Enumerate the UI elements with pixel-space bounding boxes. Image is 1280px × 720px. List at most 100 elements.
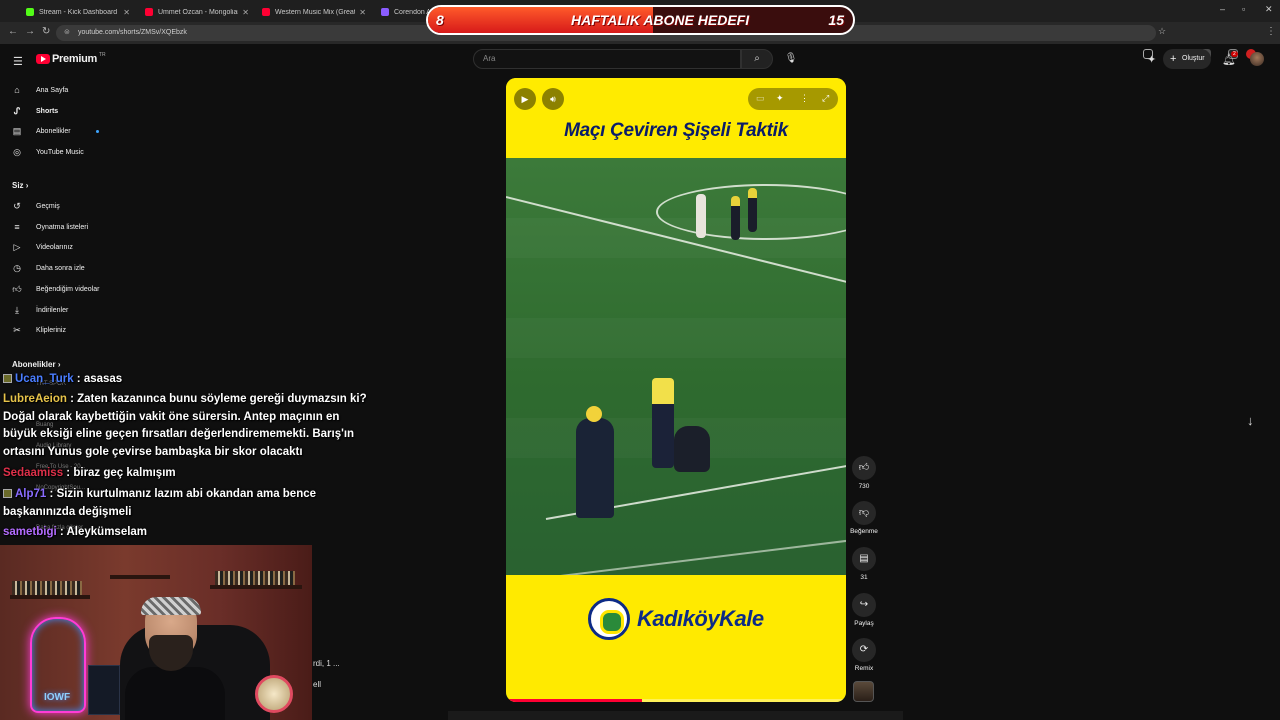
player-figure: [652, 378, 674, 468]
tab-title: Western Music Mix (Great Wes: [275, 8, 356, 16]
section-subscriptions[interactable]: Abonelikler ›: [12, 360, 60, 369]
video-icon: ▷: [13, 241, 21, 252]
shelf: [210, 585, 302, 589]
browser-tab[interactable]: Western Music Mix (Great Wes ✕: [256, 3, 372, 21]
sidebar-item-label: Daha sonra izle: [36, 264, 85, 272]
dislike-button[interactable]: 👎︎ Beğenme: [846, 501, 882, 535]
touchline: [535, 539, 846, 580]
youtube-logo[interactable]: Premium TR: [36, 52, 106, 65]
sidebar-item-playlists[interactable]: ≡ Oynatma listeleri: [0, 217, 120, 237]
progress-bar[interactable]: [506, 699, 846, 702]
music-icon: ◎: [13, 146, 21, 157]
remix-button[interactable]: ⟳ Remix: [851, 638, 877, 672]
shorts-icon: ᔑ: [13, 105, 21, 116]
sidebar-item-home[interactable]: ⌂ Ana Sayfa: [0, 80, 120, 100]
close-icon[interactable]: ✕: [359, 8, 366, 17]
back-icon[interactable]: ←: [8, 26, 18, 37]
forward-icon[interactable]: →: [25, 26, 35, 37]
sidebar-item-watch-later[interactable]: ◷ Daha sonra izle: [0, 258, 120, 278]
chat-username: Alp71: [15, 488, 47, 500]
comment-icon: ▤: [852, 547, 876, 571]
sidebar-item-label: Oynatma listeleri: [36, 223, 89, 231]
tab-title: Corendon Ai: [394, 8, 429, 16]
browser-tab[interactable]: Stream - Kick Dashboard ✕: [20, 3, 136, 21]
sidebar-item-subscriptions[interactable]: ▤ Abonelikler: [0, 121, 120, 141]
shorts-player[interactable]: Maçı Çeviren Şişeli Taktik KadıköyKale ▶…: [506, 78, 846, 702]
new-content-dot: [96, 130, 99, 133]
thumbs-up-icon: 👍︎: [852, 456, 876, 480]
player-figure: [731, 196, 740, 240]
play-icon: ▶: [521, 94, 529, 104]
fullscreen-icon[interactable]: ⤢: [822, 93, 829, 104]
section-title: Siz: [12, 181, 24, 190]
chat-message: sametbigi : Aleykümselam: [3, 526, 148, 538]
kick-icon: [26, 8, 34, 16]
like-button[interactable]: 👍︎ 730: [851, 456, 877, 490]
search-input[interactable]: Ara: [473, 49, 741, 69]
premium-icon[interactable]: ✦: [1147, 53, 1156, 66]
subscriptions-icon: ▤: [12, 125, 22, 136]
comment-snippet: ell: [313, 680, 322, 689]
brand-name: KadıköyKale: [637, 606, 764, 631]
clock-icon: ◷: [13, 262, 21, 273]
streamer-webcam: IOWF: [0, 545, 312, 720]
history-icon: ↺: [13, 200, 21, 211]
sidebar-item-your-videos[interactable]: ▷ Videolarınız: [0, 237, 120, 257]
site-info-icon[interactable]: ⊜: [64, 25, 70, 41]
moderator-badge-icon: [3, 489, 12, 498]
logo-text: Premium: [52, 53, 97, 65]
play-button[interactable]: ▶: [514, 88, 536, 110]
progress-fill: [506, 699, 642, 702]
close-icon[interactable]: ✕: [242, 8, 249, 17]
chat-text: Aleykümselam: [66, 526, 148, 538]
hamburger-icon[interactable]: ☰: [13, 55, 23, 68]
avatar[interactable]: [1250, 52, 1264, 66]
sidebar-item-clips[interactable]: ✂ Klipleriniz: [0, 320, 120, 340]
more-icon[interactable]: ⋮: [800, 93, 809, 104]
youtube-icon: [36, 54, 50, 64]
voice-search-button[interactable]: 🎙︎: [782, 50, 800, 68]
captions-icon[interactable]: ▭: [756, 93, 765, 104]
reload-icon[interactable]: ↻: [42, 26, 50, 37]
sidebar-item-history[interactable]: ↺ Geçmiş: [0, 196, 120, 216]
chat-text: biraz geç kalmışım: [73, 467, 176, 479]
remix-label: Remix: [854, 665, 874, 672]
share-icon: ↪: [852, 593, 876, 617]
share-button[interactable]: ↪ Paylaş: [851, 593, 877, 627]
maximize-icon[interactable]: ▫: [1242, 4, 1245, 14]
close-window-icon[interactable]: ✕: [1265, 4, 1273, 15]
scissors-icon: ✂: [13, 324, 21, 335]
next-video-arrow-icon[interactable]: ↓: [1247, 413, 1254, 428]
streamer: [125, 597, 225, 720]
volume-button[interactable]: 🔊︎: [542, 88, 564, 110]
comments-button[interactable]: ▤ 31: [851, 547, 877, 581]
notification-badge: 2: [1231, 51, 1238, 57]
sidebar-item-music[interactable]: ◎ YouTube Music: [0, 142, 120, 162]
sound-thumbnail[interactable]: [853, 681, 874, 702]
section-you[interactable]: Siz ›: [12, 181, 28, 190]
bandana: [141, 597, 201, 615]
sidebar-item-label: Beğendiğim videolar: [36, 285, 100, 293]
thumbs-up-icon: 👍︎: [12, 283, 22, 294]
star-icon[interactable]: ☆: [1158, 26, 1166, 37]
create-button[interactable]: + Oluştur: [1163, 49, 1211, 69]
sidebar-item-shorts[interactable]: ᔑ Shorts: [0, 101, 120, 121]
moderator-badge-icon: [3, 374, 12, 383]
comment-snippet: rdi, 1 ...: [313, 659, 340, 668]
sidebar-item-downloads[interactable]: ⤓ İndirilenler: [0, 300, 120, 320]
goal-current: 8: [436, 12, 444, 28]
goal-target: 15: [828, 12, 844, 28]
menu-icon[interactable]: ⋮: [1266, 26, 1276, 37]
sidebar-item-liked[interactable]: 👍︎ Beğendiğim videolar: [0, 279, 120, 299]
lamp: [255, 675, 293, 713]
chevron-right-icon: ›: [57, 360, 61, 369]
player-figure: [696, 194, 706, 238]
premium-icon[interactable]: ✦: [776, 93, 784, 104]
close-icon[interactable]: ✕: [123, 8, 130, 17]
browser-tab[interactable]: Ummet Ozcan - Mongolian Jin ✕: [139, 3, 255, 21]
search-button[interactable]: ⌕: [741, 49, 773, 69]
minimize-icon[interactable]: –: [1220, 4, 1225, 14]
sidebar-item-label: Geçmiş: [36, 202, 60, 210]
playlist-icon: ≡: [14, 222, 20, 232]
chat-message: Alp71 : Sizin kurtulmanız lazım abi okan…: [3, 488, 317, 518]
